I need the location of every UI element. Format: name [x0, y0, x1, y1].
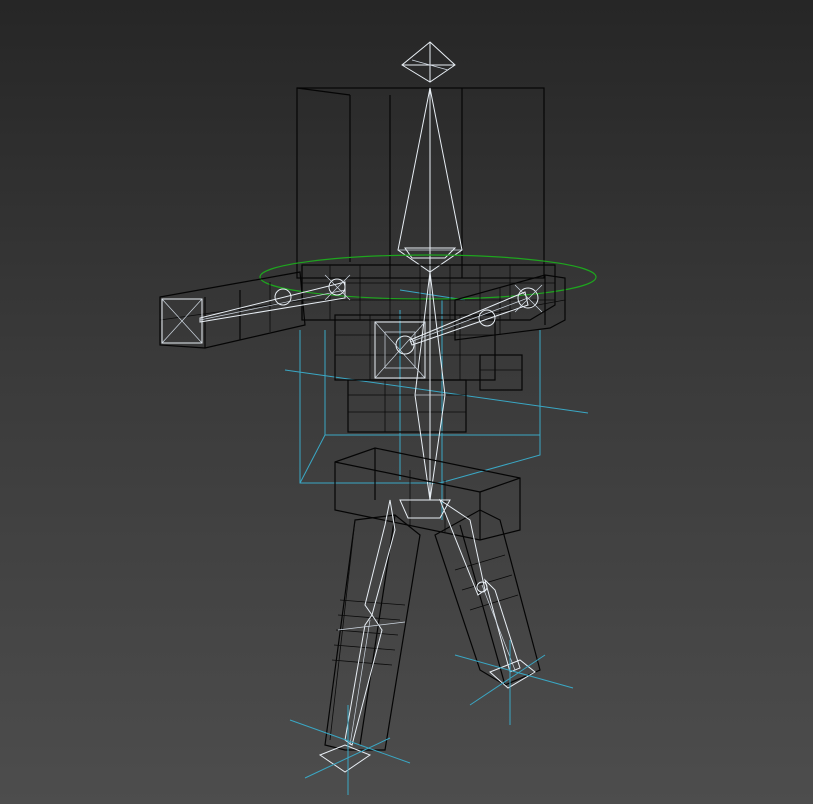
right-arm[interactable] [409, 274, 566, 346]
right-leg[interactable] [434, 498, 541, 689]
neck-bone[interactable] [397, 87, 463, 273]
wireframe-scene[interactable] [0, 0, 813, 804]
head-bone[interactable] [401, 41, 456, 83]
pelvis-mesh[interactable] [334, 447, 521, 541]
spine-bone[interactable] [374, 271, 446, 501]
left-leg[interactable] [318, 499, 421, 773]
3d-viewport[interactable] [0, 0, 813, 804]
head-box[interactable] [296, 87, 545, 279]
